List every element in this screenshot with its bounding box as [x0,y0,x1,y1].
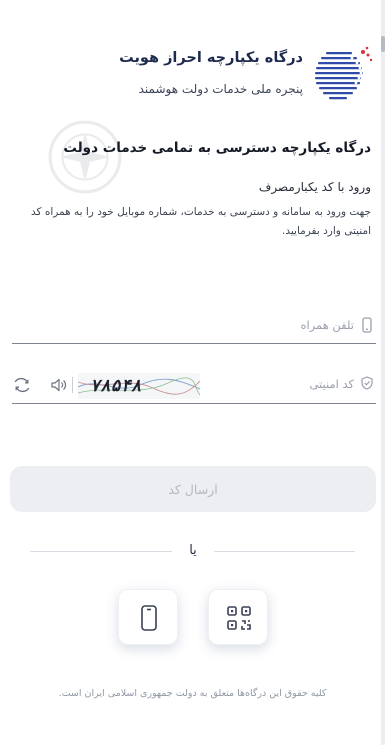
page-heading: درگاه یکپارچه دسترسی به تمامی خدمات دولت [63,140,371,156]
otp-login-title: ورود با کد یکبارمصرف [258,180,371,194]
login-instructions: جهت ورود به سامانه و دسترسی به خدمات، شم… [30,206,371,237]
qr-code-icon [227,606,251,630]
captcha-input[interactable] [194,371,354,397]
qr-login-button[interactable] [208,589,268,645]
captcha-image: ۷۸۵۴۸ [78,373,200,399]
logo-globe-icon [315,46,373,100]
refresh-icon[interactable] [12,376,32,394]
divider-or: یا [172,541,214,561]
phone-input[interactable] [34,312,354,338]
captcha-field: ۷۸۵۴۸ [12,366,376,404]
mobile-icon [141,605,157,631]
scrollbar-track[interactable] [381,0,385,745]
shield-check-icon [361,376,373,390]
emblem-watermark-icon [48,120,122,194]
captcha-text: ۷۸۵۴۸ [90,376,142,396]
phone-field [12,308,376,344]
send-code-button[interactable]: ارسال کد [10,466,376,512]
speaker-icon[interactable] [50,377,68,393]
copyright-footer: کلیه حقوق این درگاه‌ها متعلق به دولت جمه… [58,688,327,699]
brand-title: درگاه یکپارچه احراز هویت [119,50,303,66]
login-page: درگاه یکپارچه احراز هویت پنجره ملی خدمات… [0,0,385,745]
mobile-phone-icon [362,317,372,333]
mobile-login-button[interactable] [118,589,178,645]
captcha-separator [72,377,73,393]
scrollbar-thumb[interactable] [381,36,385,52]
brand-subtitle: پنجره ملی خدمات دولت هوشمند [138,82,303,96]
